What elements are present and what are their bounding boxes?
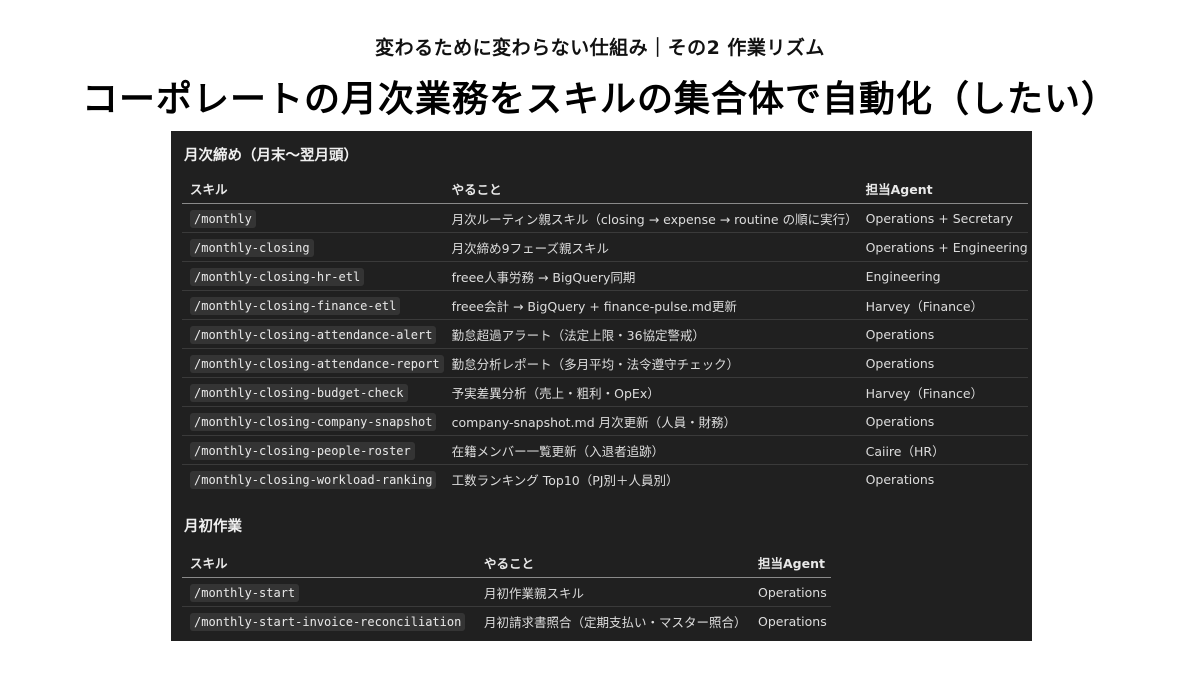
agent-cell: Operations <box>758 613 827 629</box>
skill-command: /monthly-closing-people-roster <box>190 441 415 460</box>
table-row: /monthly-closing-people-roster 在籍メンバー一覧更… <box>182 435 1028 465</box>
agent-cell: Operations <box>857 406 1028 436</box>
skill-command: /monthly-closing-company-snapshot <box>190 412 437 431</box>
table-row: /monthly-closing-workload-ranking 工数ランキン… <box>182 465 1028 494</box>
task-cell: 月初請求書照合（定期支払い・マスター照合） <box>484 614 747 630</box>
task-cell: 月次ルーティン親スキル（closing → expense → routine … <box>443 203 858 233</box>
skill-cell: /monthly-closing-hr-etl <box>182 261 444 291</box>
table-row: /monthly-closing-finance-etl freee会計 → B… <box>182 290 1028 320</box>
skill-command: /monthly-start <box>190 583 300 602</box>
skill-command: /monthly-closing-attendance-alert <box>190 325 437 344</box>
skill-cell: /monthly-closing <box>182 232 444 262</box>
skill-cell: /monthly-start-invoice-reconciliation <box>182 607 476 636</box>
skill-cell: /monthly-closing-company-snapshot <box>182 406 444 436</box>
task-cell: 月初作業親スキル <box>476 577 750 607</box>
task-cell: company-snapshot.md 月次更新（人員・財務） <box>443 406 858 436</box>
task-cell: 在籍メンバー一覧更新（入退者追跡） <box>443 435 858 465</box>
table-row: /monthly-start 月初作業親スキル Operations <box>182 577 831 607</box>
table-row: /monthly-closing-company-snapshot compan… <box>182 406 1028 436</box>
table-header-row: スキル やること 担当Agent <box>182 173 1028 204</box>
agent-cell: Operations <box>857 319 1028 349</box>
section-heading-monthly-start: 月初作業 <box>184 519 242 535</box>
monthly-closing-table: スキル やること 担当Agent /monthly 月次ルーティン親スキル（cl… <box>182 173 1028 493</box>
table-row: /monthly-closing-hr-etl freee人事労務 → BigQ… <box>182 261 1028 291</box>
task-cell: 工数ランキング Top10（PJ別＋人員別） <box>451 472 679 488</box>
agent-cell: Engineering <box>857 261 1028 291</box>
skill-cell: /monthly-start <box>182 577 476 607</box>
task-cell: freee会計 → BigQuery + finance-pulse.md更新 <box>443 290 858 320</box>
agent-cell: Operations <box>750 577 831 607</box>
task-cell: freee人事労務 → BigQuery同期 <box>443 261 858 291</box>
column-header-skill: スキル <box>182 547 476 578</box>
table-row: /monthly 月次ルーティン親スキル（closing → expense →… <box>182 203 1028 233</box>
table-row: /monthly-closing-attendance-alert 勤怠超過アラ… <box>182 319 1028 349</box>
slide-title: コーポレートの月次業務をスキルの集合体で自動化（したい） <box>81 79 1118 120</box>
skill-cell: /monthly-closing-finance-etl <box>182 290 444 320</box>
table-row: /monthly-start-invoice-reconciliation 月初… <box>182 607 831 636</box>
agent-cell: Operations <box>857 348 1028 378</box>
skill-cell: /monthly <box>182 203 444 233</box>
skill-command: /monthly <box>190 209 256 228</box>
skill-cell: /monthly-closing-people-roster <box>182 435 444 465</box>
task-cell: 予実差異分析（売上・粗利・OpEx） <box>443 377 858 407</box>
agent-cell: Caiire（HR） <box>857 435 1028 465</box>
skill-cell: /monthly-closing-budget-check <box>182 377 444 407</box>
column-header-agent: 担当Agent <box>857 173 1028 204</box>
table-header-row: スキル やること 担当Agent <box>182 547 831 578</box>
agent-cell: Harvey（Finance） <box>857 377 1028 407</box>
agent-cell: Operations <box>865 471 935 487</box>
skill-command: /monthly-closing-hr-etl <box>190 267 365 286</box>
task-cell: 勤怠分析レポート（多月平均・法令遵守チェック） <box>443 348 858 378</box>
column-header-skill: スキル <box>182 173 444 204</box>
skill-cell: /monthly-closing-attendance-alert <box>182 319 444 349</box>
task-cell: 月次締め9フェーズ親スキル <box>443 232 858 262</box>
column-header-task: やること <box>443 173 858 204</box>
monthly-start-table: スキル やること 担当Agent /monthly-start 月初作業親スキル… <box>182 547 831 635</box>
column-header-agent: 担当Agent <box>750 547 831 578</box>
agent-cell: Operations + Secretary <box>857 203 1028 233</box>
skill-command: /monthly-closing-attendance-report <box>190 354 444 373</box>
agent-cell: Operations + Engineering <box>857 232 1028 262</box>
skill-command: /monthly-closing-finance-etl <box>190 296 401 315</box>
skill-command: /monthly-closing <box>190 238 314 257</box>
skill-cell: /monthly-closing-workload-ranking <box>182 465 444 494</box>
skill-cell: /monthly-closing-attendance-report <box>182 348 444 378</box>
section-heading-monthly-closing: 月次締め（月末〜翌月頭） <box>184 148 358 164</box>
table-row: /monthly-closing-attendance-report 勤怠分析レ… <box>182 348 1028 378</box>
table-row: /monthly-closing 月次締め9フェーズ親スキル Operation… <box>182 232 1028 262</box>
skills-panel: 月次締め（月末〜翌月頭） スキル やること 担当Agent /monthly 月… <box>171 131 1032 641</box>
task-cell: 勤怠超過アラート（法定上限・36協定警戒） <box>443 319 858 349</box>
skill-command: /monthly-closing-workload-ranking <box>190 470 437 489</box>
agent-cell: Harvey（Finance） <box>857 290 1028 320</box>
skill-command: /monthly-closing-budget-check <box>190 383 408 402</box>
table-row: /monthly-closing-budget-check 予実差異分析（売上・… <box>182 377 1028 407</box>
column-header-task: やること <box>476 547 750 578</box>
skill-command: /monthly-start-invoice-reconciliation <box>190 612 466 631</box>
slide-subtitle: 変わるために変わらない仕組み｜その2 作業リズム <box>375 37 825 59</box>
